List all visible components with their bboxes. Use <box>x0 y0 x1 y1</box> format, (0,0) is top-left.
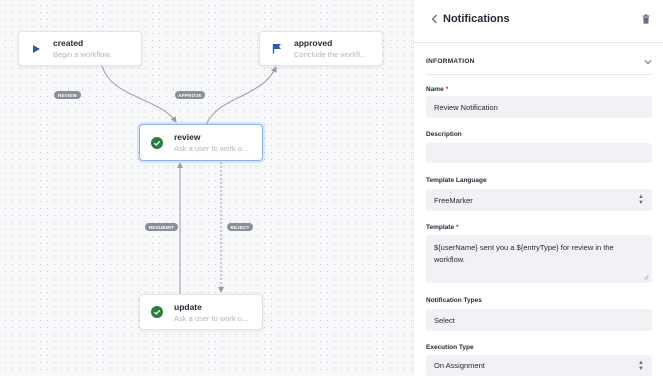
select-value: On Assignment <box>434 361 485 370</box>
transition-label-reject[interactable]: REJECT <box>227 223 253 231</box>
template-language-select[interactable]: FreeMarker ▲ ▼ <box>426 189 652 211</box>
node-created[interactable]: created Begin a workflow. <box>18 31 142 66</box>
notification-types-label: Notification Types <box>426 297 482 304</box>
template-language-label: Template Language <box>426 177 487 184</box>
select-arrows-icon: ▲ ▼ <box>638 194 644 206</box>
check-circle-icon <box>150 305 164 319</box>
template-textarea[interactable]: ${userName} sent you a ${entryType} for … <box>426 235 652 283</box>
execution-type-label: Execution Type <box>426 344 474 351</box>
transition-label-review[interactable]: REVIEW <box>54 91 81 99</box>
chevron-down-icon <box>644 52 652 70</box>
node-update[interactable]: update Ask a user to work o... <box>139 294 263 330</box>
execution-type-select[interactable]: On Assignment ▲ ▼ <box>426 355 652 376</box>
name-label: Name * <box>426 86 449 93</box>
flag-icon <box>270 42 284 56</box>
check-circle-icon <box>150 136 164 150</box>
notifications-panel: Notifications INFORMATION Name * Review N… <box>413 0 663 376</box>
description-label: Description <box>426 131 462 138</box>
divider <box>426 74 652 75</box>
play-icon <box>29 42 43 56</box>
node-approved[interactable]: approved Conclude the workfl... <box>259 31 383 66</box>
section-information-toggle[interactable]: INFORMATION <box>426 52 652 70</box>
panel-title: Notifications <box>443 13 510 25</box>
node-description: Conclude the workfl... <box>294 50 367 59</box>
node-title: created <box>53 38 84 48</box>
notification-types-select[interactable]: Select <box>426 309 652 331</box>
divider <box>414 42 663 43</box>
template-label: Template * <box>426 224 459 231</box>
description-input[interactable] <box>426 143 652 163</box>
node-title: review <box>174 132 201 142</box>
textarea-value: ${userName} sent you a ${entryType} for … <box>434 243 614 264</box>
node-title: update <box>174 301 202 312</box>
node-description: Begin a workflow. <box>53 50 112 59</box>
workflow-canvas[interactable]: REVIEW APPROVE RESUBMIT REJECT created B… <box>0 0 413 376</box>
section-label: INFORMATION <box>426 57 475 65</box>
resize-handle-icon[interactable] <box>643 274 649 280</box>
node-title: approved <box>294 38 333 48</box>
node-review[interactable]: review Ask a user to work o... <box>139 124 263 161</box>
transition-label-resubmit[interactable]: RESUBMIT <box>145 223 178 231</box>
transition-label-approve[interactable]: APPROVE <box>175 91 205 99</box>
edge-review[interactable] <box>101 65 177 123</box>
node-description: Ask a user to work o... <box>174 313 249 323</box>
node-description: Ask a user to work o... <box>174 144 249 153</box>
select-arrows-icon: ▲ ▼ <box>638 359 644 372</box>
trash-icon[interactable] <box>640 12 652 26</box>
name-input[interactable]: Review Notification <box>426 96 652 118</box>
panel-header: Notifications <box>414 0 663 38</box>
edge-approve[interactable] <box>205 66 277 126</box>
select-value: FreeMarker <box>434 195 473 205</box>
chevron-left-icon[interactable] <box>428 12 440 26</box>
